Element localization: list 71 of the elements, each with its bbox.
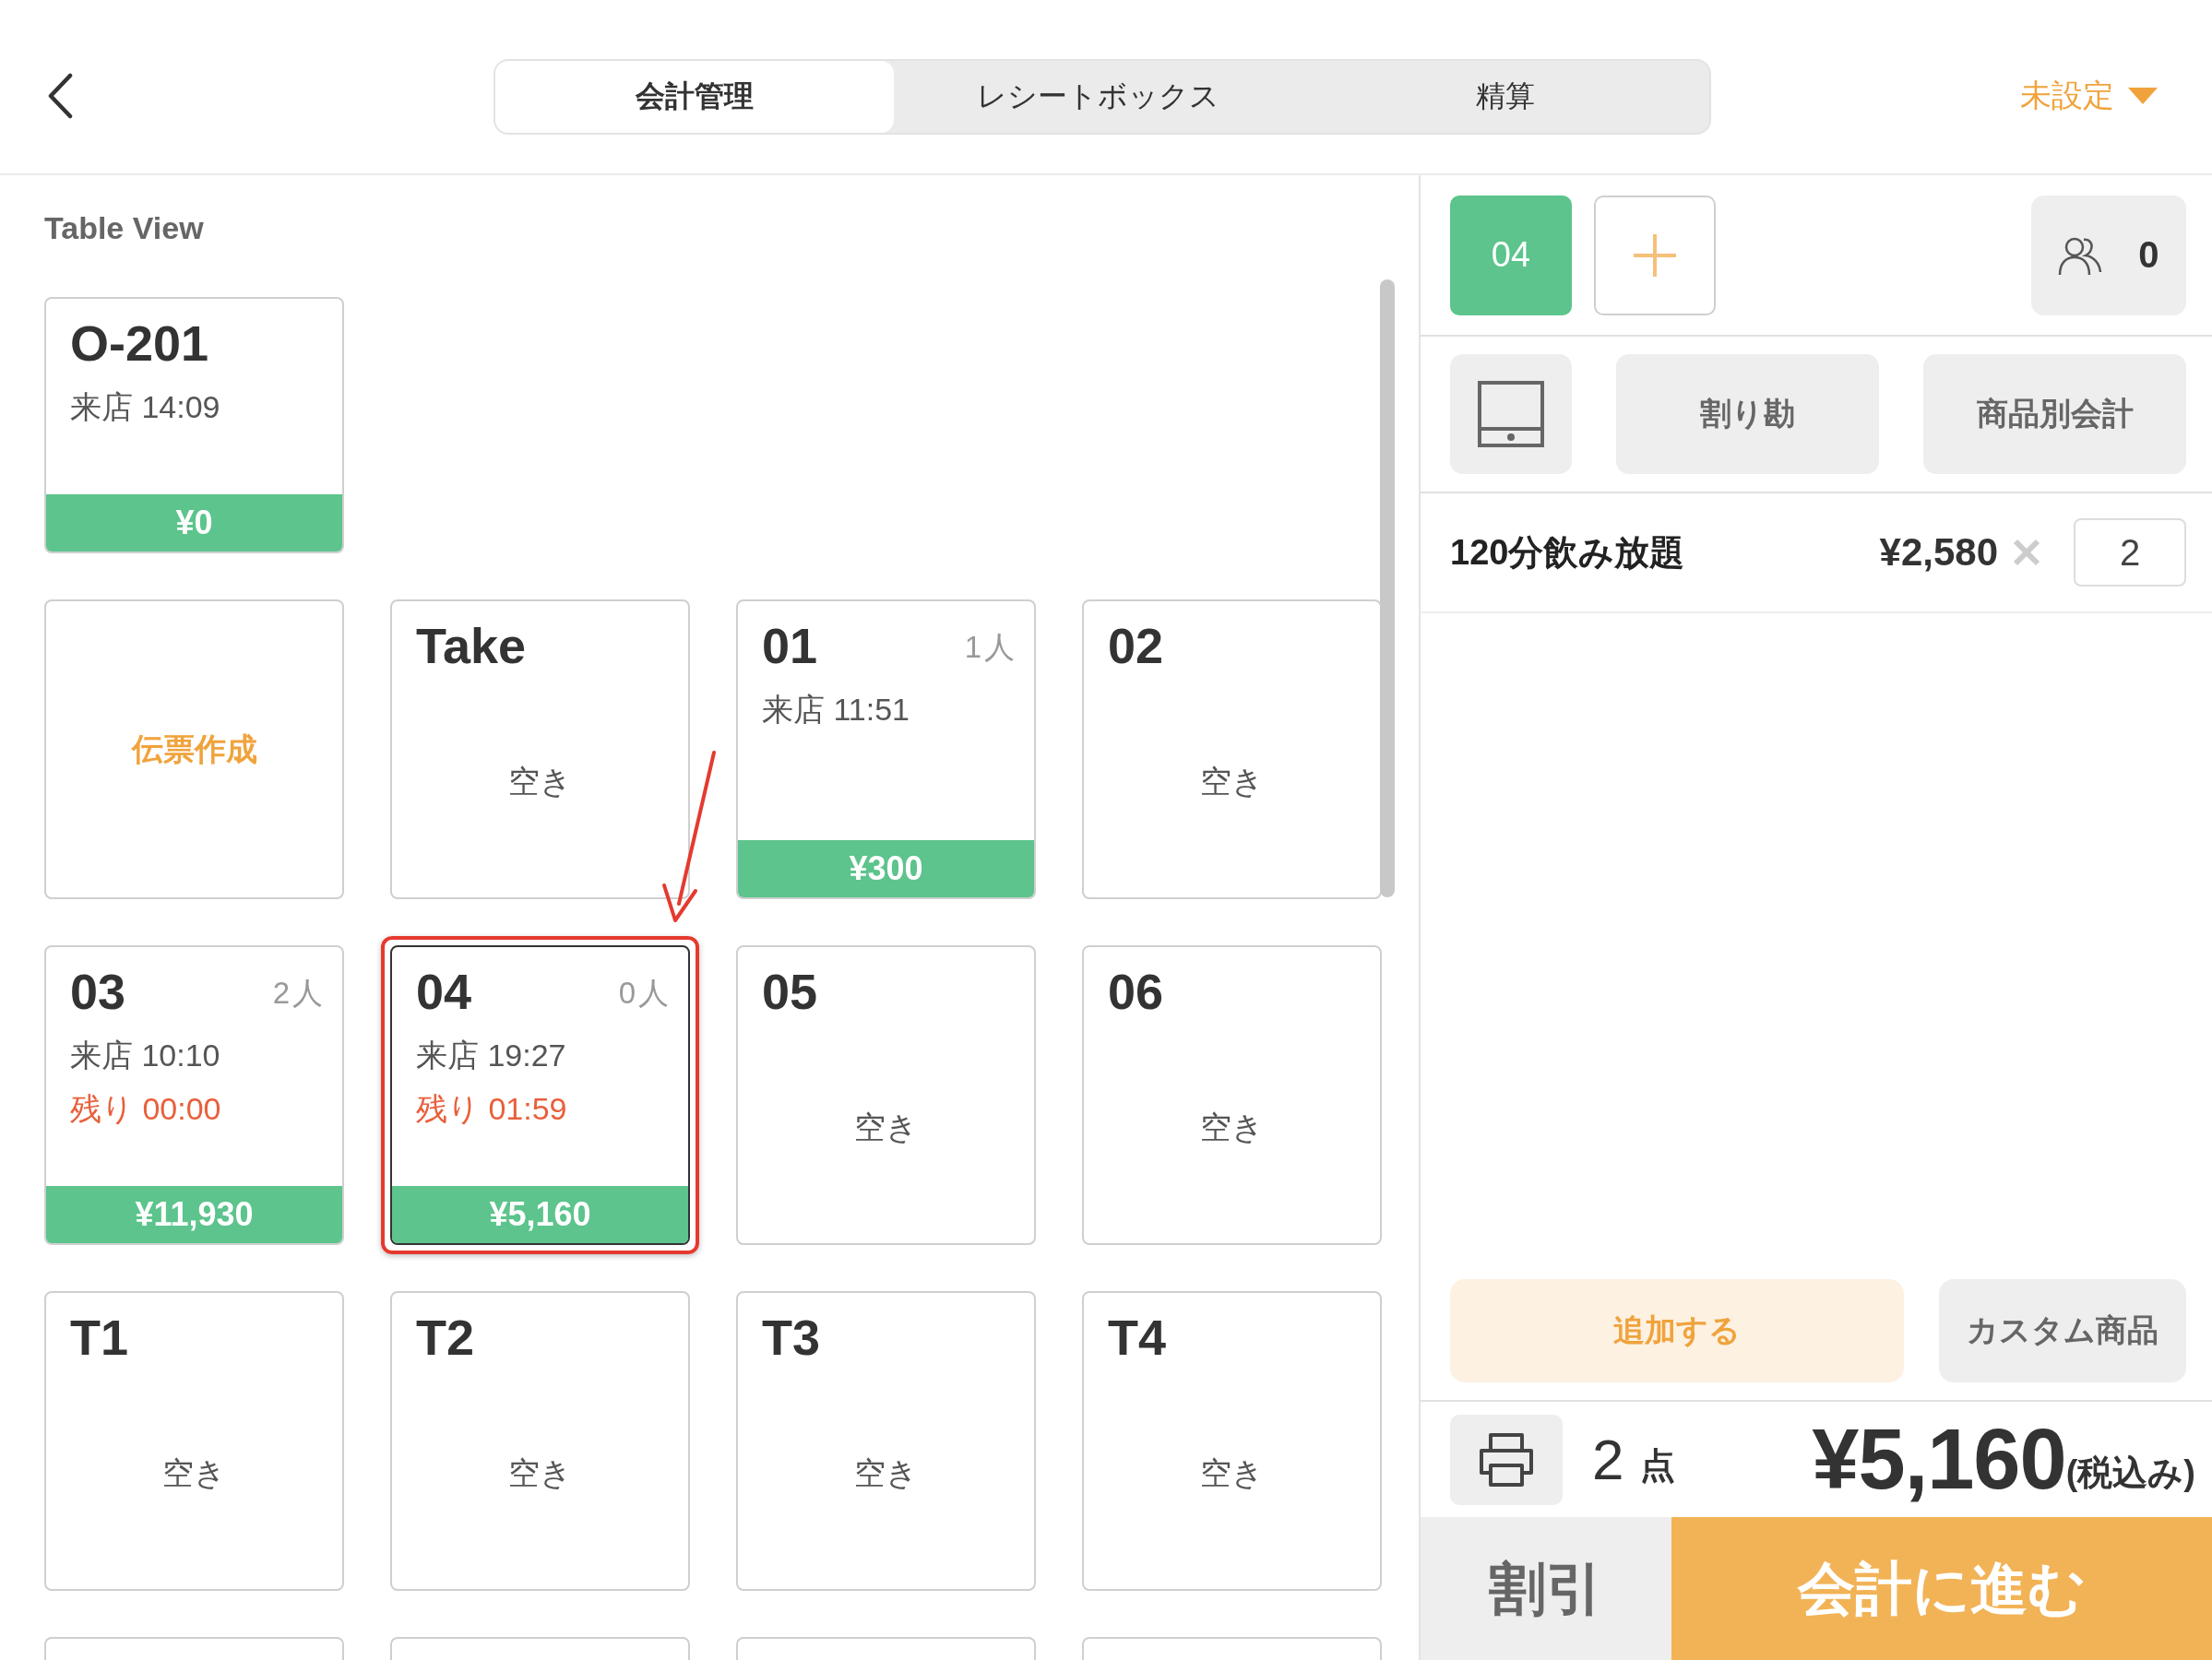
tablet-icon bbox=[1478, 381, 1544, 447]
table-name: 05 bbox=[762, 963, 818, 1021]
table-name: T4 bbox=[1108, 1309, 1167, 1367]
arrival-time: 来店 19:27 bbox=[415, 1036, 567, 1074]
table-card[interactable]: 05 空き bbox=[736, 945, 1036, 1245]
table-name: T2 bbox=[416, 1309, 475, 1367]
table-name: 04 bbox=[416, 963, 472, 1021]
printer-icon bbox=[1478, 1431, 1535, 1488]
table-card[interactable]: T1 空き bbox=[44, 1291, 344, 1591]
table-name: 03 bbox=[70, 963, 126, 1021]
plus-icon bbox=[1632, 231, 1678, 279]
remaining-time: 残り 00:00 bbox=[69, 1090, 222, 1128]
table-status: 空き bbox=[853, 1108, 919, 1146]
item-count: 2 bbox=[1592, 1427, 1624, 1492]
table-name: O-201 bbox=[70, 314, 209, 373]
amount-bar: ¥11,930 bbox=[46, 1186, 342, 1243]
table-card[interactable]: O-201 来店 14:09 ¥0 bbox=[44, 297, 344, 553]
guest-button[interactable]: 0 bbox=[2031, 195, 2186, 315]
arrival-time: 来店 10:10 bbox=[69, 1036, 221, 1074]
table-status: 空き bbox=[507, 1453, 573, 1492]
table-name: 06 bbox=[1108, 963, 1164, 1021]
guest-count: 2人 bbox=[272, 975, 326, 1012]
table-card[interactable]: 01 1人 来店 11:51 ¥300 bbox=[736, 599, 1036, 899]
multiply-icon bbox=[2013, 539, 2040, 566]
table-name: Take bbox=[416, 617, 527, 675]
action-button[interactable]: 割り勘 bbox=[1616, 354, 1879, 474]
tablet-button[interactable] bbox=[1450, 354, 1572, 474]
amount-bar: ¥0 bbox=[46, 494, 342, 551]
tab[interactable]: 精算 bbox=[1302, 61, 1709, 133]
tax-note: (税込み) bbox=[2065, 1452, 2195, 1494]
tab[interactable]: 会計管理 bbox=[495, 61, 894, 133]
table-card[interactable]: 03 2人 来店 10:10 残り 00:00 ¥11,930 bbox=[44, 945, 344, 1245]
table-card[interactable]: Take 空き bbox=[390, 599, 690, 899]
table-name: 01 bbox=[762, 617, 818, 675]
total-amount: ¥5,160 bbox=[1812, 1411, 2066, 1508]
table-name: T3 bbox=[762, 1309, 821, 1367]
arrival-time: 来店 14:09 bbox=[69, 387, 221, 426]
item-name: 120分飲み放題 bbox=[1450, 531, 1685, 574]
guest-count: 0人 bbox=[618, 975, 672, 1012]
table-name: T1 bbox=[70, 1309, 129, 1367]
table-status: 空き bbox=[853, 1453, 919, 1492]
table-name: 02 bbox=[1108, 617, 1164, 675]
scrollbar[interactable] bbox=[1380, 279, 1395, 897]
table-status: 空き bbox=[1199, 1108, 1265, 1146]
custom-item-button[interactable]: カスタム商品 bbox=[1939, 1279, 2186, 1382]
table-status: 空き bbox=[1199, 1453, 1265, 1492]
discount-button[interactable]: 割引 bbox=[1421, 1517, 1671, 1660]
guest-count: 1人 bbox=[964, 629, 1017, 666]
table-card[interactable]: T4 空き bbox=[1082, 1291, 1382, 1591]
quantity-field[interactable]: 2 bbox=[2074, 518, 2186, 587]
section-title: Table View bbox=[44, 210, 205, 247]
caret-icon bbox=[2127, 87, 2158, 105]
table-card[interactable]: T3 空き bbox=[736, 1291, 1036, 1591]
arrival-time: 来店 11:51 bbox=[761, 690, 910, 729]
table-card[interactable]: 04 0人 来店 19:27 残り 01:59 ¥5,160 bbox=[390, 945, 690, 1245]
table-status: 空き bbox=[1199, 762, 1265, 800]
table-status: 空き bbox=[161, 1453, 227, 1492]
action-button[interactable]: 商品別会計 bbox=[1923, 354, 2186, 474]
table-card[interactable]: T2 空き bbox=[390, 1291, 690, 1591]
item-price: ¥2,580 bbox=[1879, 530, 1998, 575]
amount-bar: ¥5,160 bbox=[392, 1186, 688, 1243]
table-card[interactable]: 02 空き bbox=[1082, 599, 1382, 899]
remaining-time: 残り 01:59 bbox=[415, 1090, 568, 1128]
count-unit: 点 bbox=[1640, 1445, 1676, 1487]
print-button[interactable] bbox=[1450, 1414, 1563, 1505]
table-card[interactable]: 06 空き bbox=[1082, 945, 1382, 1245]
table-status: 空き bbox=[507, 762, 573, 800]
amount-bar: ¥300 bbox=[738, 840, 1034, 897]
tab[interactable]: レシートボックス bbox=[894, 61, 1302, 133]
add-tab-button[interactable] bbox=[1594, 195, 1716, 315]
back-icon bbox=[46, 73, 74, 119]
